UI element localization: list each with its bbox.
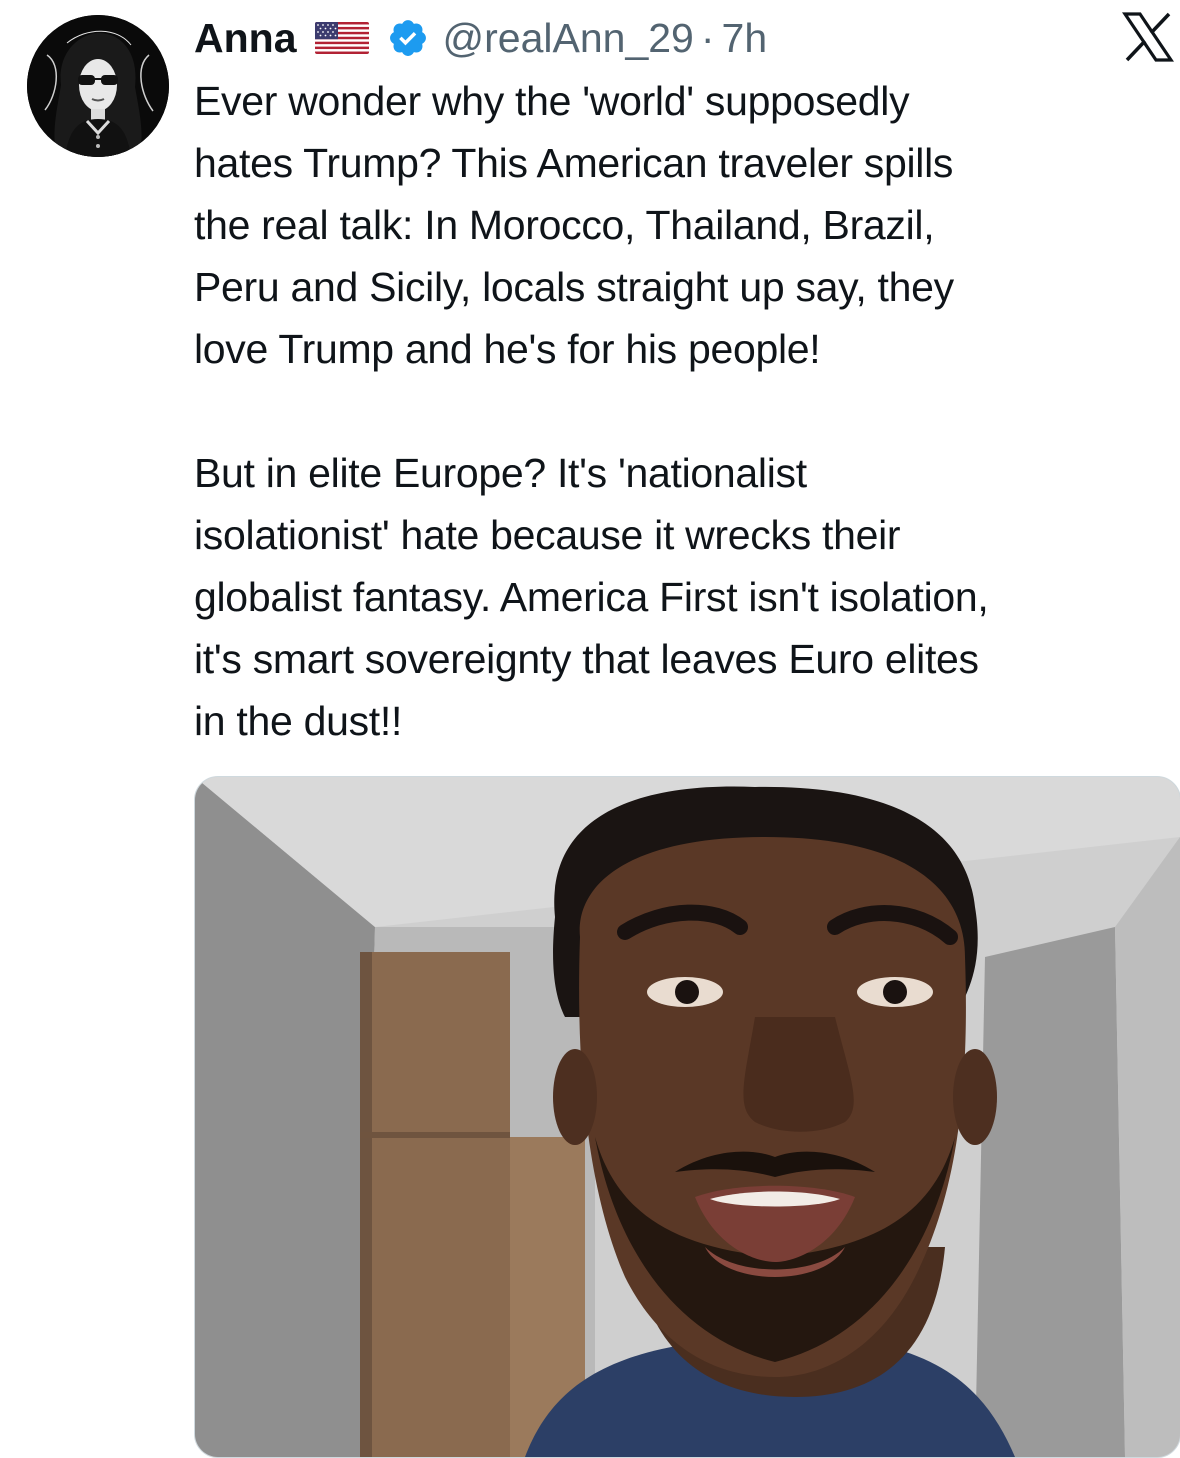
x-logo-icon <box>1122 12 1174 62</box>
tweet-paragraph-1: Ever wonder why the 'world' supposedly h… <box>194 78 954 372</box>
tweet-header: Anna @realAnn_29 · 7h <box>194 10 767 66</box>
tweet-timestamp[interactable]: 7h <box>722 10 768 66</box>
separator-dot: · <box>700 15 715 61</box>
tweet-video-thumbnail[interactable] <box>194 776 1180 1458</box>
us-flag-icon <box>314 22 369 54</box>
author-display-name[interactable]: Anna <box>194 10 297 66</box>
verified-badge-icon[interactable] <box>387 17 429 59</box>
author-handle[interactable]: @realAnn_29 <box>443 10 694 66</box>
tweet-body: Ever wonder why the 'world' supposedly h… <box>194 70 1169 752</box>
author-avatar[interactable] <box>27 15 169 157</box>
tweet-paragraph-2: But in elite Europe? It's 'nationalist i… <box>194 450 989 744</box>
